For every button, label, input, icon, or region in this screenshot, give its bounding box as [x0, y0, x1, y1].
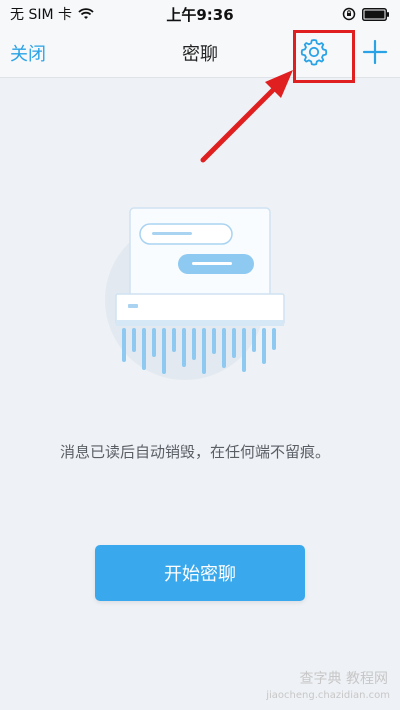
- red-arrow-annotation: [200, 70, 293, 163]
- plus-icon[interactable]: [360, 36, 390, 68]
- close-button[interactable]: 关闭: [10, 40, 46, 66]
- battery-icon: [362, 7, 389, 21]
- shredder-illustration: [105, 207, 285, 380]
- watermark-site: 查字典 教程网: [299, 671, 388, 687]
- wifi-icon: [78, 8, 94, 19]
- status-right: [342, 7, 390, 21]
- description-text: 消息已读后自动销毁，在任何端不留痕。: [60, 443, 331, 461]
- watermark-url: jiaocheng.chazidian.com: [266, 690, 390, 701]
- orientation-lock-icon: [342, 7, 356, 21]
- status-left: 无 SIM 卡: [10, 4, 94, 24]
- status-bar: 无 SIM 卡 上午9:36: [0, 0, 400, 28]
- start-secret-chat-button[interactable]: 开始密聊: [95, 545, 305, 601]
- carrier-label: 无 SIM 卡: [10, 7, 72, 23]
